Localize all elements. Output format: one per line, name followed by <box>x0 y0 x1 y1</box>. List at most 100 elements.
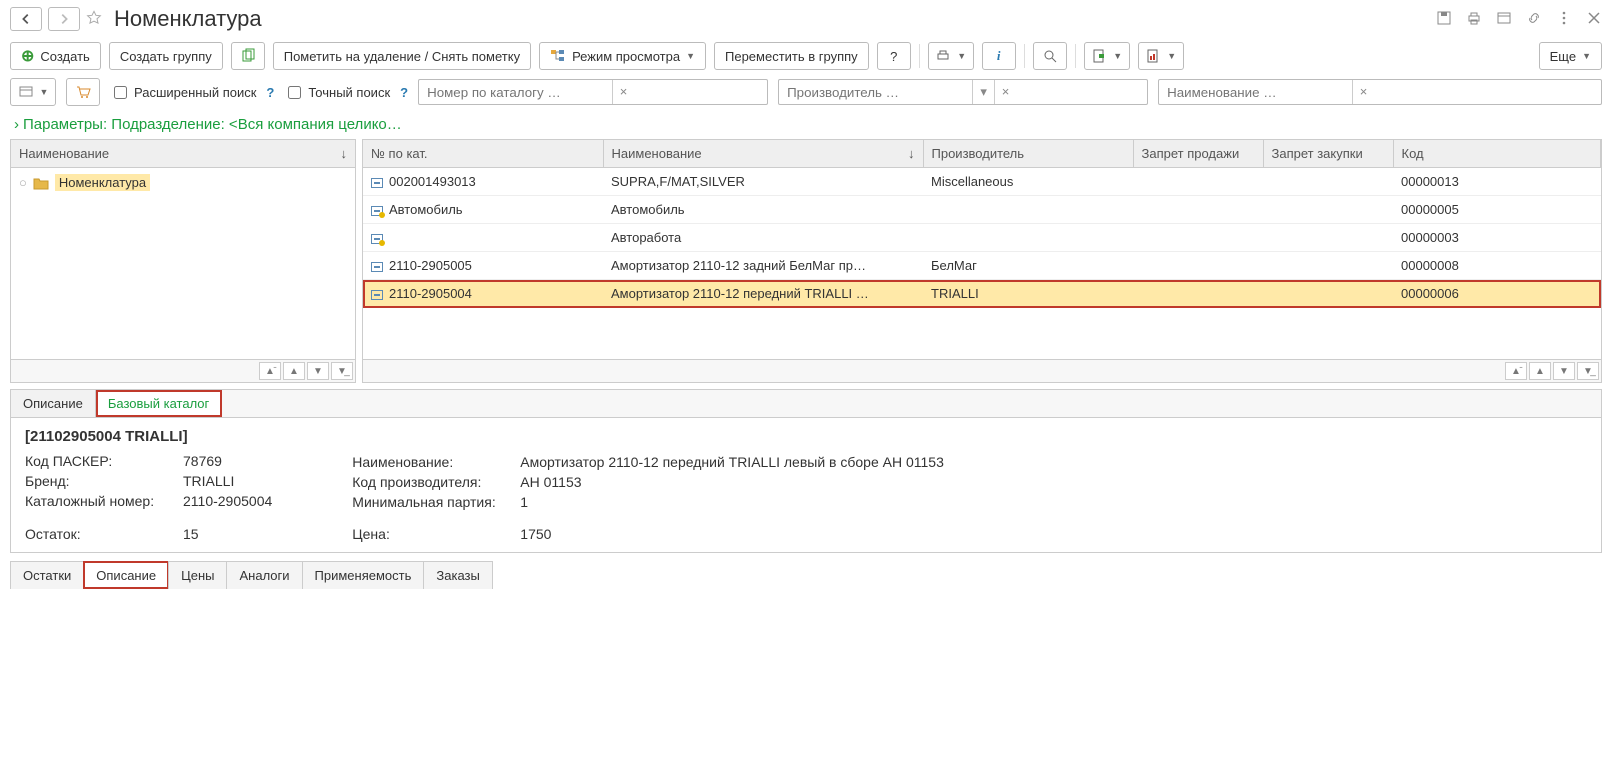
page-up-button[interactable]: ▲ <box>283 362 305 380</box>
clear-icon[interactable]: × <box>994 80 1016 104</box>
print-icon[interactable] <box>1466 10 1482 29</box>
titlebar: Номенклатура <box>0 0 1612 38</box>
page-title: Номенклатура <box>114 6 262 32</box>
page-first-button[interactable]: ▲̄ <box>259 362 281 380</box>
tab-description[interactable]: Описание <box>11 390 96 417</box>
view-mode-button[interactable]: Режим просмотра ▼ <box>539 42 706 70</box>
item-icon <box>371 234 383 244</box>
tab-prices[interactable]: Цены <box>168 561 227 589</box>
expand-icon[interactable]: ○ <box>19 175 27 190</box>
col-nobuy-label: Запрет закупки <box>1272 146 1363 161</box>
sort-icon: ↓ <box>341 146 348 161</box>
params-row[interactable]: ›Параметры: Подразделение: <Вся компания… <box>0 110 1612 139</box>
nav-forward-button[interactable] <box>48 7 80 31</box>
col-maker[interactable]: Производитель <box>923 140 1133 168</box>
create-button[interactable]: ⊕Создать <box>10 42 101 70</box>
separator <box>919 44 920 68</box>
maker-input[interactable] <box>779 80 972 104</box>
tree-col-label: Наименование <box>19 146 109 161</box>
filter-icon <box>18 84 34 100</box>
help-button[interactable]: ? <box>877 42 911 70</box>
print-dropdown-button[interactable]: ▼ <box>928 42 974 70</box>
tree-root-row[interactable]: ○ Номенклатура <box>11 168 355 197</box>
label-catnum: Каталожный номер: <box>25 493 175 509</box>
link-icon[interactable] <box>1526 10 1542 29</box>
info-button[interactable]: i <box>982 42 1016 70</box>
main-toolbar: ⊕Создать Создать группу Пометить на удал… <box>0 38 1612 74</box>
tab-description-bottom[interactable]: Описание <box>83 561 169 589</box>
exact-search-checkbox[interactable]: Точный поиск <box>284 83 390 102</box>
catalog-input[interactable] <box>419 80 612 104</box>
col-code[interactable]: Код <box>1393 140 1601 168</box>
search-bar: ▼ Расширенный поиск? Точный поиск? × ▾× … <box>0 74 1612 110</box>
report1-button[interactable]: ▼ <box>1084 42 1130 70</box>
label-makercode: Код производителя: <box>352 474 512 490</box>
tab-orders[interactable]: Заказы <box>423 561 492 589</box>
search-doc-button[interactable] <box>1033 42 1067 70</box>
tab-applicability[interactable]: Применяемость <box>302 561 425 589</box>
tab-base-catalog[interactable]: Базовый каталог <box>96 390 222 417</box>
filter-button[interactable]: ▼ <box>10 78 56 106</box>
report2-button[interactable]: ▼ <box>1138 42 1184 70</box>
nav-back-button[interactable] <box>10 7 42 31</box>
page-down-button[interactable]: ▼ <box>1553 362 1575 380</box>
page-first-button[interactable]: ▲̄ <box>1505 362 1527 380</box>
cart-button[interactable] <box>66 78 100 106</box>
col-nobuy[interactable]: Запрет закупки <box>1263 140 1393 168</box>
table-row[interactable]: 2110-2905005Амортизатор 2110-12 задний Б… <box>363 252 1601 280</box>
tab-analogs[interactable]: Аналоги <box>226 561 302 589</box>
value-price: 1750 <box>520 526 944 542</box>
clear-icon[interactable]: × <box>1352 80 1374 104</box>
tree-pager: ▲̄ ▲ ▼ ▼̲ <box>11 359 355 382</box>
view-mode-label: Режим просмотра <box>572 49 680 64</box>
col-nosell[interactable]: Запрет продажи <box>1133 140 1263 168</box>
move-to-group-button[interactable]: Переместить в группу <box>714 42 869 70</box>
exact-search-input[interactable] <box>288 86 301 99</box>
col-name[interactable]: Наименование ↓ <box>603 140 923 168</box>
help-icon[interactable]: ? <box>266 85 274 100</box>
favorite-icon[interactable] <box>86 10 102 29</box>
save-icon[interactable] <box>1436 10 1452 29</box>
table-row[interactable]: 002001493013SUPRA,F/MAT,SILVERMiscellane… <box>363 168 1601 196</box>
dropdown-icon[interactable]: ▾ <box>972 80 994 104</box>
plus-icon: ⊕ <box>21 46 34 66</box>
label-name: Наименование: <box>352 454 512 470</box>
page-down-button[interactable]: ▼ <box>307 362 329 380</box>
clear-icon[interactable]: × <box>612 80 634 104</box>
col-maker-label: Производитель <box>932 146 1025 161</box>
page-last-button[interactable]: ▼̲ <box>331 362 353 380</box>
items-table: № по кат. Наименование ↓ Производитель З… <box>363 140 1601 308</box>
report-icon <box>1091 48 1107 64</box>
close-icon[interactable] <box>1586 10 1602 29</box>
ext-search-checkbox[interactable]: Расширенный поиск <box>110 83 256 102</box>
mark-delete-label: Пометить на удаление / Снять пометку <box>284 49 520 64</box>
page-up-button[interactable]: ▲ <box>1529 362 1551 380</box>
table-row[interactable]: АвтомобильАвтомобиль00000005 <box>363 196 1601 224</box>
help-icon[interactable]: ? <box>400 85 408 100</box>
tab-stock[interactable]: Остатки <box>10 561 84 589</box>
chevron-right-icon: › <box>14 116 19 133</box>
more-icon[interactable] <box>1556 10 1572 29</box>
page-last-button[interactable]: ▼̲ <box>1577 362 1599 380</box>
table-row[interactable]: Авторабота00000003 <box>363 224 1601 252</box>
table-row[interactable]: 2110-2905004Амортизатор 2110-12 передний… <box>363 280 1601 308</box>
window-icon[interactable] <box>1496 10 1512 29</box>
ext-search-input[interactable] <box>114 86 127 99</box>
detail-left-col: [21102905004 TRIALLI] Код ПАСКЕР:78769 Б… <box>25 428 272 542</box>
name-input[interactable] <box>1159 80 1352 104</box>
cart-icon <box>75 84 91 100</box>
copy-button[interactable] <box>231 42 265 70</box>
ext-search-label: Расширенный поиск <box>134 85 256 100</box>
create-group-label: Создать группу <box>120 49 212 64</box>
mark-delete-button[interactable]: Пометить на удаление / Снять пометку <box>273 42 531 70</box>
item-icon <box>371 206 383 216</box>
create-group-button[interactable]: Создать группу <box>109 42 223 70</box>
folder-icon <box>33 176 49 190</box>
separator <box>1024 44 1025 68</box>
col-cat[interactable]: № по кат. <box>363 140 603 168</box>
tree-header[interactable]: Наименование ↓ <box>11 140 355 168</box>
label-price: Цена: <box>352 526 512 542</box>
caret-down-icon: ▼ <box>686 51 695 61</box>
col-nosell-label: Запрет продажи <box>1142 146 1240 161</box>
more-menu-button[interactable]: Еще▼ <box>1539 42 1602 70</box>
